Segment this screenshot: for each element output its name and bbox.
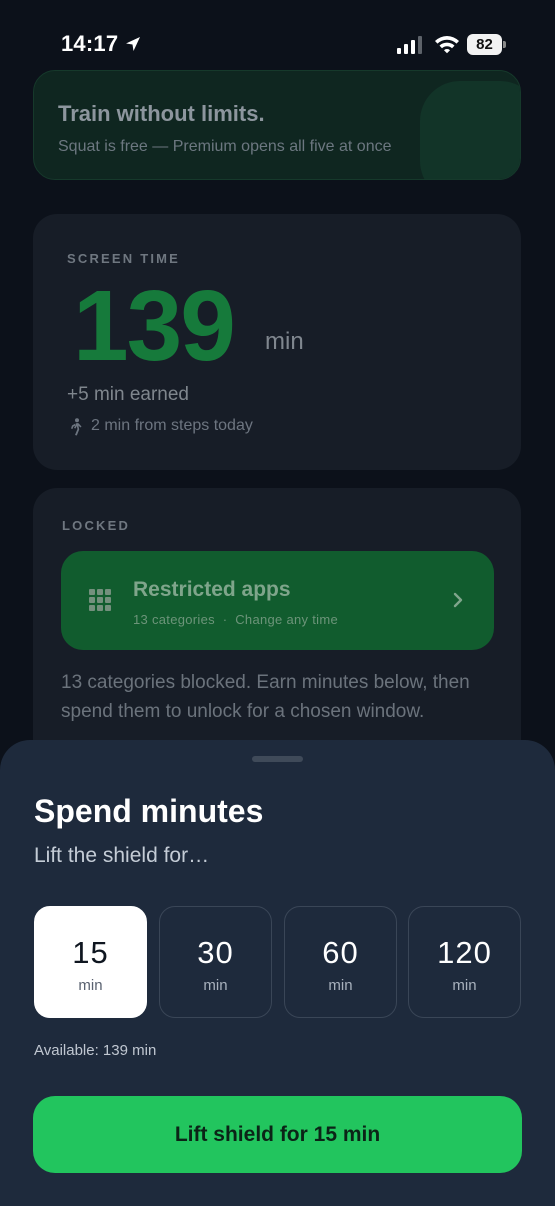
duration-value: 30 xyxy=(197,935,234,970)
locked-label: LOCKED xyxy=(62,518,131,533)
duration-unit: min xyxy=(328,977,353,994)
lift-shield-label: Lift shield for 15 min xyxy=(174,1123,381,1146)
app-grid-icon xyxy=(89,589,111,611)
walking-person-icon xyxy=(71,418,82,436)
sheet-grabber[interactable] xyxy=(252,756,303,762)
wifi-icon xyxy=(435,36,459,54)
available-minutes: Available: 139 min xyxy=(34,1042,157,1059)
restricted-apps-title: Restricted apps xyxy=(133,578,291,601)
duration-unit: min xyxy=(78,977,103,994)
status-time: 14:17 xyxy=(61,31,119,56)
chevron-right-icon xyxy=(453,592,463,608)
spend-minutes-sheet: Spend minutes Lift the shield for… 15 mi… xyxy=(0,740,555,1206)
duration-option-30[interactable]: 30 min xyxy=(159,906,272,1018)
earned-minutes: +5 min earned xyxy=(67,384,189,405)
sheet-title: Spend minutes xyxy=(34,793,264,829)
promo-subtitle: Squat is free — Premium opens all five a… xyxy=(58,138,392,155)
screen-time-unit: min xyxy=(265,328,304,355)
duration-value: 120 xyxy=(437,935,492,970)
duration-value: 60 xyxy=(322,935,359,970)
screen-time-label: SCREEN TIME xyxy=(67,251,181,266)
restricted-apps-button[interactable]: Restricted apps 13 categories · Change a… xyxy=(61,551,494,650)
screen-time-value: 139 xyxy=(73,270,236,382)
duration-value: 15 xyxy=(72,935,109,970)
promo-decoration xyxy=(420,81,520,179)
duration-unit: min xyxy=(203,977,228,994)
premium-promo-banner[interactable]: Train without limits. Squat is free — Pr… xyxy=(33,70,521,180)
promo-title: Train without limits. xyxy=(58,101,265,126)
duration-options: 15 min 30 min 60 min 120 min xyxy=(34,906,521,1018)
locked-description: 13 categories blocked. Earn minutes belo… xyxy=(61,672,470,722)
duration-option-120[interactable]: 120 min xyxy=(408,906,521,1018)
duration-unit: min xyxy=(452,977,477,994)
steps-minutes: 2 min from steps today xyxy=(91,417,253,434)
cellular-signal-icon xyxy=(397,36,422,54)
duration-option-15[interactable]: 15 min xyxy=(34,906,147,1018)
battery-icon: 82 xyxy=(467,34,507,55)
screen-time-card: SCREEN TIME 139 min +5 min earned 2 min … xyxy=(33,214,521,470)
lift-shield-button[interactable]: Lift shield for 15 min xyxy=(33,1096,522,1173)
duration-option-60[interactable]: 60 min xyxy=(284,906,397,1018)
restricted-apps-subtitle: 13 categories · Change any time xyxy=(133,612,339,627)
battery-level: 82 xyxy=(476,36,493,53)
location-arrow-icon xyxy=(126,37,140,51)
sheet-subtitle: Lift the shield for… xyxy=(34,844,210,867)
